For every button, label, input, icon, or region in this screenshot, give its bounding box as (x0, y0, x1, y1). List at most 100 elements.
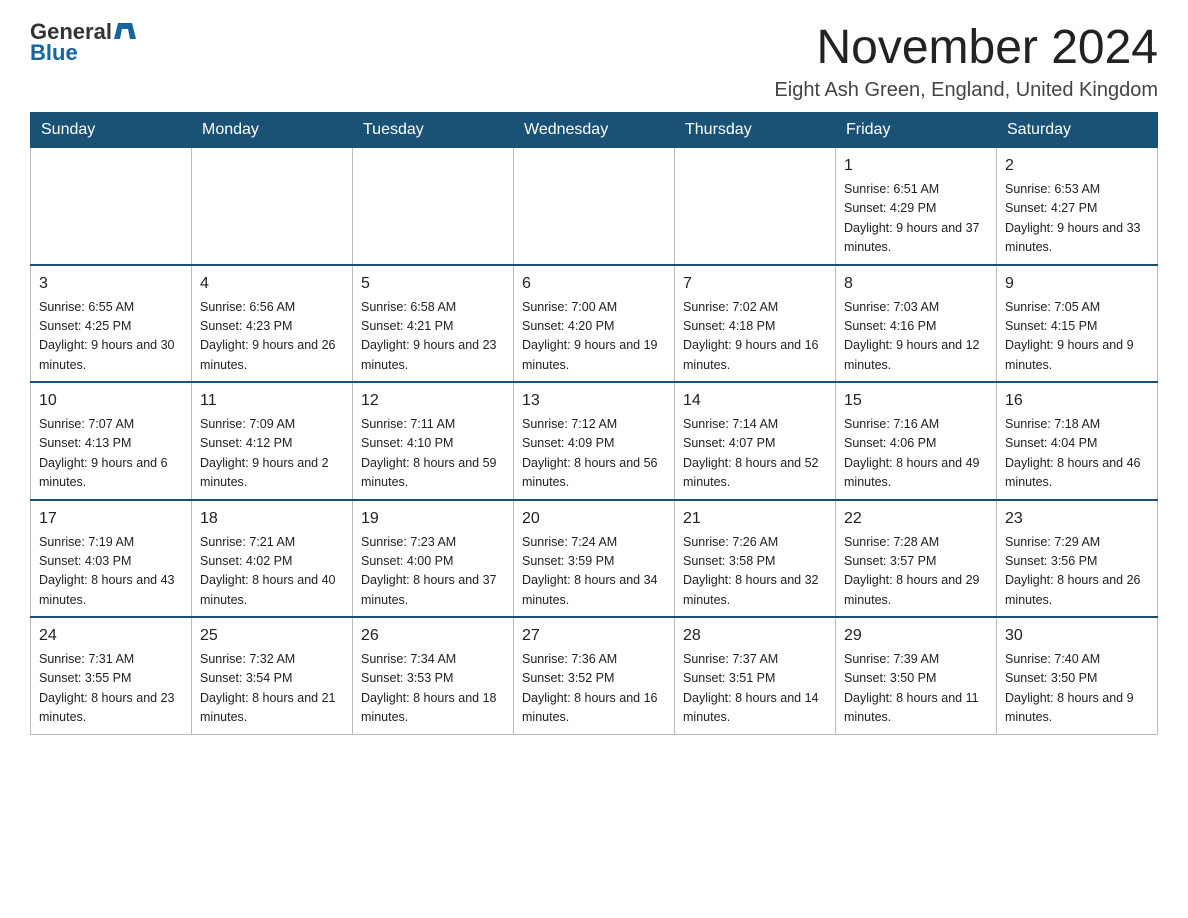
day-number: 21 (683, 507, 827, 531)
day-info: Sunrise: 6:58 AMSunset: 4:21 PMDaylight:… (361, 298, 505, 376)
day-number: 4 (200, 272, 344, 296)
day-info: Sunrise: 7:07 AMSunset: 4:13 PMDaylight:… (39, 415, 183, 493)
day-number: 30 (1005, 624, 1149, 648)
month-title: November 2024 (774, 20, 1158, 75)
table-row: 18Sunrise: 7:21 AMSunset: 4:02 PMDayligh… (192, 500, 353, 618)
header-thursday: Thursday (675, 113, 836, 148)
table-row: 4Sunrise: 6:56 AMSunset: 4:23 PMDaylight… (192, 265, 353, 383)
table-row (31, 148, 192, 265)
day-number: 3 (39, 272, 183, 296)
day-info: Sunrise: 7:36 AMSunset: 3:52 PMDaylight:… (522, 650, 666, 728)
day-info: Sunrise: 7:11 AMSunset: 4:10 PMDaylight:… (361, 415, 505, 493)
day-info: Sunrise: 7:12 AMSunset: 4:09 PMDaylight:… (522, 415, 666, 493)
day-number: 6 (522, 272, 666, 296)
table-row (675, 148, 836, 265)
table-row: 28Sunrise: 7:37 AMSunset: 3:51 PMDayligh… (675, 617, 836, 734)
header-saturday: Saturday (997, 113, 1158, 148)
day-info: Sunrise: 7:23 AMSunset: 4:00 PMDaylight:… (361, 533, 505, 611)
day-info: Sunrise: 7:24 AMSunset: 3:59 PMDaylight:… (522, 533, 666, 611)
day-number: 18 (200, 507, 344, 531)
table-row: 29Sunrise: 7:39 AMSunset: 3:50 PMDayligh… (836, 617, 997, 734)
table-row (514, 148, 675, 265)
table-row (192, 148, 353, 265)
day-number: 17 (39, 507, 183, 531)
day-info: Sunrise: 7:31 AMSunset: 3:55 PMDaylight:… (39, 650, 183, 728)
day-number: 20 (522, 507, 666, 531)
header-friday: Friday (836, 113, 997, 148)
table-row: 16Sunrise: 7:18 AMSunset: 4:04 PMDayligh… (997, 382, 1158, 500)
title-block: November 2024 Eight Ash Green, England, … (774, 20, 1158, 102)
day-number: 23 (1005, 507, 1149, 531)
calendar-week-row: 1Sunrise: 6:51 AMSunset: 4:29 PMDaylight… (31, 148, 1158, 265)
table-row: 19Sunrise: 7:23 AMSunset: 4:00 PMDayligh… (353, 500, 514, 618)
day-number: 28 (683, 624, 827, 648)
day-number: 2 (1005, 154, 1149, 178)
calendar-table: Sunday Monday Tuesday Wednesday Thursday… (30, 112, 1158, 735)
table-row: 15Sunrise: 7:16 AMSunset: 4:06 PMDayligh… (836, 382, 997, 500)
table-row: 17Sunrise: 7:19 AMSunset: 4:03 PMDayligh… (31, 500, 192, 618)
header-tuesday: Tuesday (353, 113, 514, 148)
table-row: 12Sunrise: 7:11 AMSunset: 4:10 PMDayligh… (353, 382, 514, 500)
day-info: Sunrise: 6:55 AMSunset: 4:25 PMDaylight:… (39, 298, 183, 376)
table-row: 22Sunrise: 7:28 AMSunset: 3:57 PMDayligh… (836, 500, 997, 618)
table-row: 5Sunrise: 6:58 AMSunset: 4:21 PMDaylight… (353, 265, 514, 383)
calendar-week-row: 10Sunrise: 7:07 AMSunset: 4:13 PMDayligh… (31, 382, 1158, 500)
logo-triangle-icon (114, 21, 136, 39)
page-header: General Blue November 2024 Eight Ash Gre… (30, 20, 1158, 102)
table-row (353, 148, 514, 265)
table-row: 7Sunrise: 7:02 AMSunset: 4:18 PMDaylight… (675, 265, 836, 383)
day-number: 22 (844, 507, 988, 531)
day-number: 25 (200, 624, 344, 648)
day-info: Sunrise: 7:19 AMSunset: 4:03 PMDaylight:… (39, 533, 183, 611)
day-info: Sunrise: 7:05 AMSunset: 4:15 PMDaylight:… (1005, 298, 1149, 376)
table-row: 13Sunrise: 7:12 AMSunset: 4:09 PMDayligh… (514, 382, 675, 500)
day-info: Sunrise: 7:02 AMSunset: 4:18 PMDaylight:… (683, 298, 827, 376)
table-row: 10Sunrise: 7:07 AMSunset: 4:13 PMDayligh… (31, 382, 192, 500)
calendar-week-row: 17Sunrise: 7:19 AMSunset: 4:03 PMDayligh… (31, 500, 1158, 618)
day-number: 14 (683, 389, 827, 413)
table-row: 11Sunrise: 7:09 AMSunset: 4:12 PMDayligh… (192, 382, 353, 500)
day-number: 16 (1005, 389, 1149, 413)
table-row: 2Sunrise: 6:53 AMSunset: 4:27 PMDaylight… (997, 148, 1158, 265)
day-info: Sunrise: 7:32 AMSunset: 3:54 PMDaylight:… (200, 650, 344, 728)
day-number: 26 (361, 624, 505, 648)
day-info: Sunrise: 7:29 AMSunset: 3:56 PMDaylight:… (1005, 533, 1149, 611)
calendar-header-row: Sunday Monday Tuesday Wednesday Thursday… (31, 113, 1158, 148)
header-sunday: Sunday (31, 113, 192, 148)
logo-blue: Blue (30, 40, 78, 66)
day-number: 10 (39, 389, 183, 413)
day-number: 9 (1005, 272, 1149, 296)
table-row: 9Sunrise: 7:05 AMSunset: 4:15 PMDaylight… (997, 265, 1158, 383)
day-number: 11 (200, 389, 344, 413)
table-row: 6Sunrise: 7:00 AMSunset: 4:20 PMDaylight… (514, 265, 675, 383)
day-number: 27 (522, 624, 666, 648)
day-number: 15 (844, 389, 988, 413)
header-monday: Monday (192, 113, 353, 148)
table-row: 8Sunrise: 7:03 AMSunset: 4:16 PMDaylight… (836, 265, 997, 383)
day-number: 7 (683, 272, 827, 296)
day-info: Sunrise: 7:21 AMSunset: 4:02 PMDaylight:… (200, 533, 344, 611)
day-info: Sunrise: 6:51 AMSunset: 4:29 PMDaylight:… (844, 180, 988, 258)
day-info: Sunrise: 7:00 AMSunset: 4:20 PMDaylight:… (522, 298, 666, 376)
table-row: 20Sunrise: 7:24 AMSunset: 3:59 PMDayligh… (514, 500, 675, 618)
table-row: 26Sunrise: 7:34 AMSunset: 3:53 PMDayligh… (353, 617, 514, 734)
day-number: 5 (361, 272, 505, 296)
calendar-week-row: 3Sunrise: 6:55 AMSunset: 4:25 PMDaylight… (31, 265, 1158, 383)
table-row: 14Sunrise: 7:14 AMSunset: 4:07 PMDayligh… (675, 382, 836, 500)
day-info: Sunrise: 7:14 AMSunset: 4:07 PMDaylight:… (683, 415, 827, 493)
day-info: Sunrise: 7:28 AMSunset: 3:57 PMDaylight:… (844, 533, 988, 611)
logo: General Blue (30, 20, 136, 66)
day-info: Sunrise: 7:09 AMSunset: 4:12 PMDaylight:… (200, 415, 344, 493)
table-row: 23Sunrise: 7:29 AMSunset: 3:56 PMDayligh… (997, 500, 1158, 618)
day-info: Sunrise: 7:34 AMSunset: 3:53 PMDaylight:… (361, 650, 505, 728)
day-number: 19 (361, 507, 505, 531)
day-info: Sunrise: 7:26 AMSunset: 3:58 PMDaylight:… (683, 533, 827, 611)
day-number: 8 (844, 272, 988, 296)
day-info: Sunrise: 7:37 AMSunset: 3:51 PMDaylight:… (683, 650, 827, 728)
table-row: 21Sunrise: 7:26 AMSunset: 3:58 PMDayligh… (675, 500, 836, 618)
day-number: 1 (844, 154, 988, 178)
table-row: 3Sunrise: 6:55 AMSunset: 4:25 PMDaylight… (31, 265, 192, 383)
calendar-week-row: 24Sunrise: 7:31 AMSunset: 3:55 PMDayligh… (31, 617, 1158, 734)
day-number: 24 (39, 624, 183, 648)
day-number: 13 (522, 389, 666, 413)
